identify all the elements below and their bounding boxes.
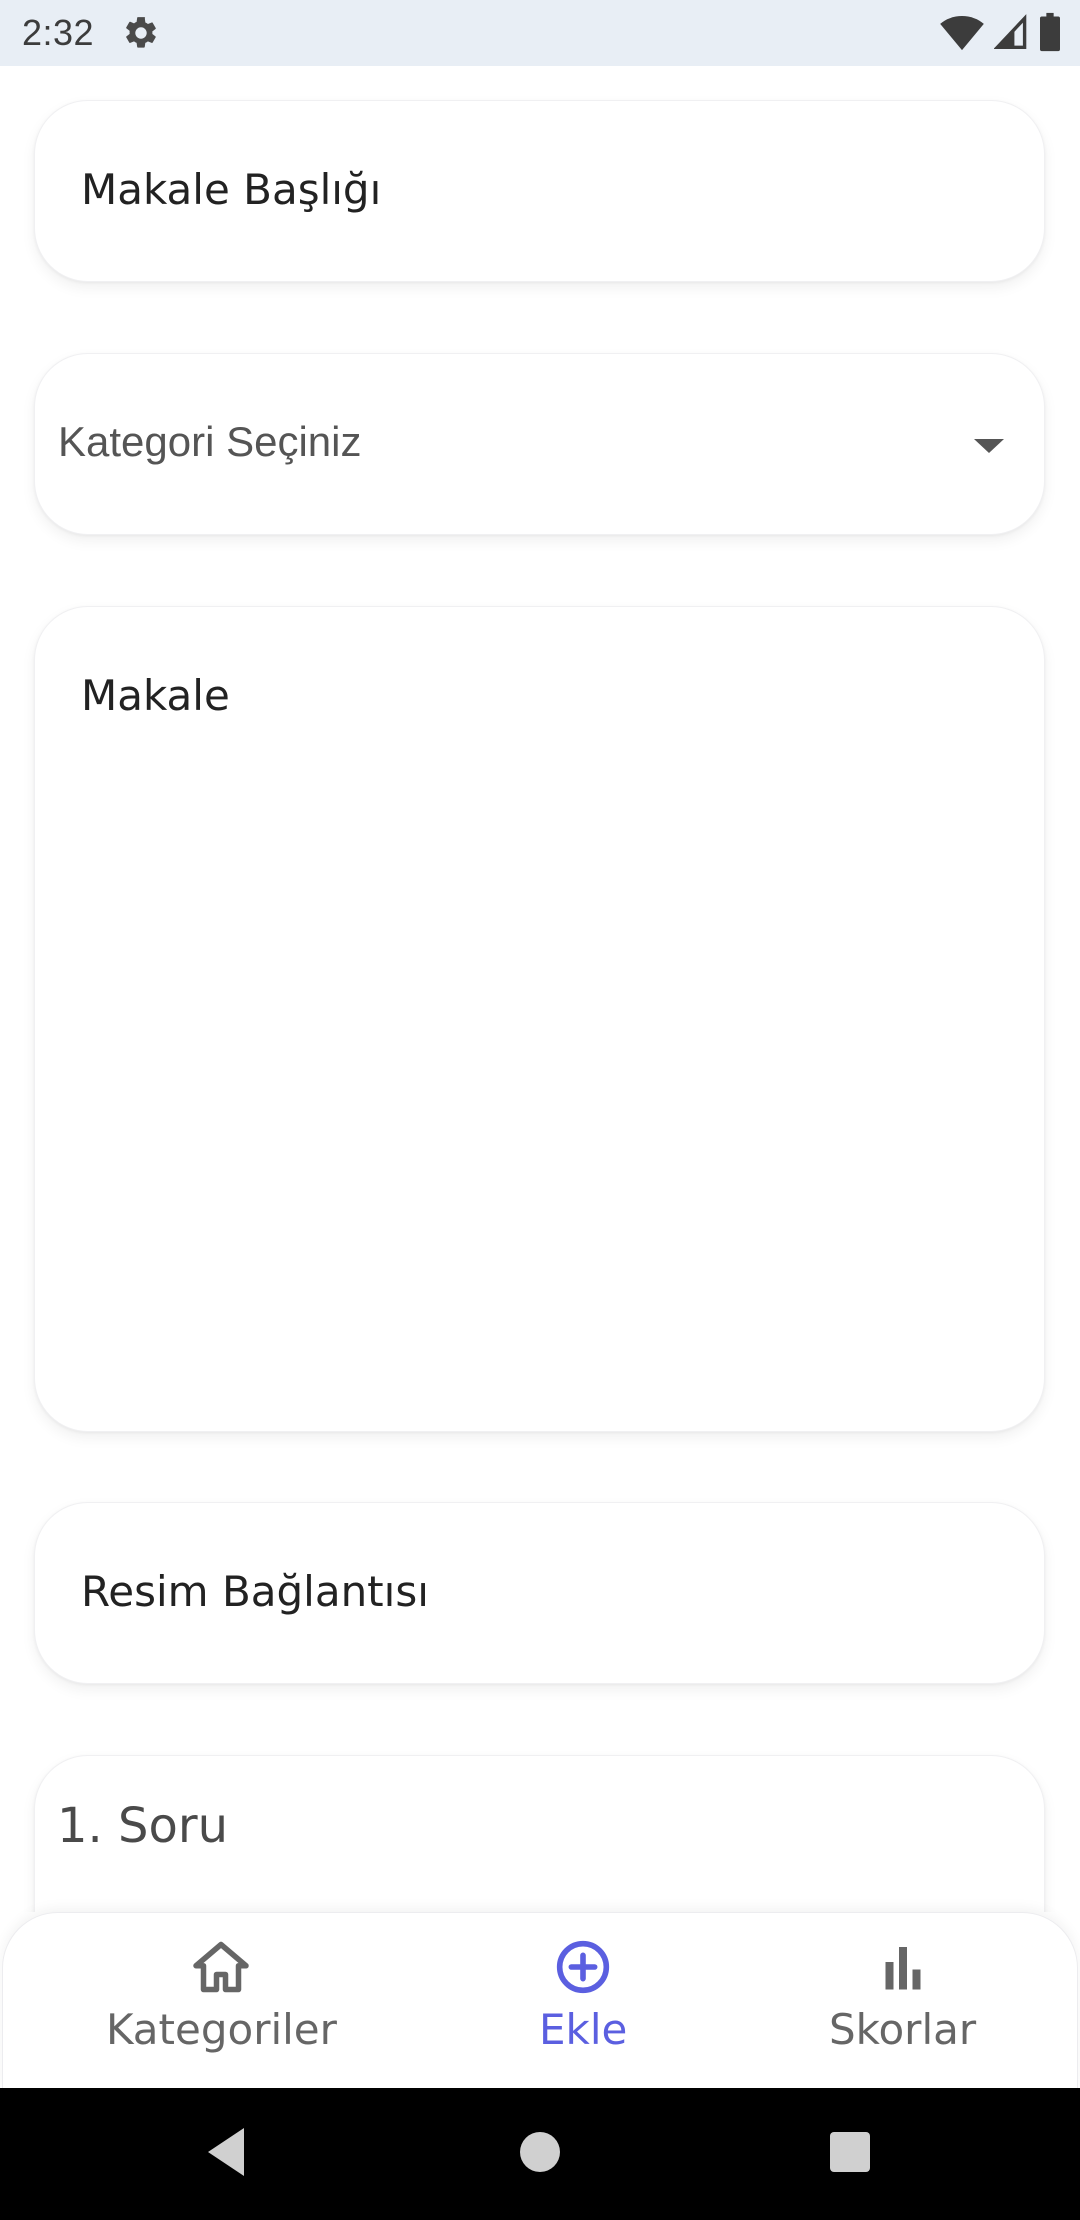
chevron-down-icon [974, 439, 1004, 453]
nav-item-categories[interactable]: Kategoriler [106, 1939, 337, 2054]
article-body-placeholder: Makale [81, 671, 230, 720]
category-select[interactable]: Kategori Seçiniz [34, 353, 1045, 535]
nav-item-add[interactable]: Ekle [539, 1939, 627, 2054]
home-icon [191, 1939, 251, 1999]
status-time: 2:32 [22, 12, 95, 53]
system-navigation-bar [0, 2088, 1080, 2220]
image-link-input[interactable]: Resim Bağlantısı [34, 1502, 1045, 1684]
back-icon[interactable] [204, 2126, 248, 2182]
nav-item-scores[interactable]: Skorlar [829, 1939, 976, 2054]
nav-label-scores: Skorlar [829, 2005, 977, 2054]
image-link-placeholder: Resim Bağlantısı [81, 1567, 429, 1616]
bar-chart-icon [873, 1939, 933, 1999]
recents-icon[interactable] [828, 2126, 872, 2182]
question-label: 1. Soru [57, 1798, 229, 1854]
gear-icon [122, 14, 160, 52]
signal-icon [993, 12, 1028, 56]
status-icons [940, 12, 1062, 56]
nav-label-add: Ekle [539, 2005, 628, 2054]
article-title-input[interactable]: Makale Başlığı [34, 100, 1045, 282]
home-circle-icon[interactable] [518, 2126, 562, 2182]
question-card: 1. Soru [34, 1755, 1045, 1912]
wifi-icon [940, 12, 984, 56]
category-select-placeholder: Kategori Seçiniz [58, 418, 362, 465]
article-body-textarea[interactable]: Makale [34, 606, 1045, 1432]
form-content[interactable]: Makale Başlığı Kategori Seçiniz Makale R… [0, 66, 1080, 1912]
article-title-placeholder: Makale Başlığı [81, 165, 382, 214]
add-circle-icon [553, 1939, 613, 1999]
nav-label-categories: Kategoriler [106, 2005, 337, 2054]
battery-icon [1038, 12, 1062, 56]
bottom-navigation: Kategoriler Ekle Skorlar [2, 1912, 1078, 2088]
status-bar: 2:32 [0, 0, 1080, 66]
